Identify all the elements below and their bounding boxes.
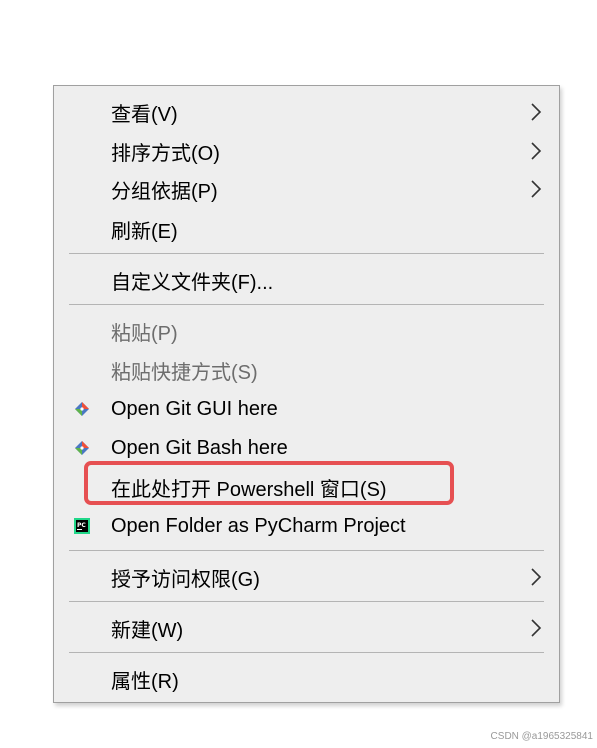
- git-icon: [75, 402, 89, 416]
- menu-separator: [69, 652, 544, 653]
- menu-item-sort-by-label: 排序方式(O): [111, 142, 220, 165]
- menu-item-view-label: 查看(V): [111, 103, 178, 126]
- menu-item-group-by-label: 分组依据(P): [111, 180, 218, 203]
- menu-item-new-label: 新建(W): [111, 619, 184, 642]
- menu-item-open-pycharm[interactable]: PC Open Folder as PyCharm Project: [54, 507, 559, 545]
- menu-item-properties-label: 属性(R): [111, 670, 179, 693]
- menu-item-sort-by[interactable]: 排序方式(O): [54, 132, 559, 170]
- menu-item-grant-access[interactable]: 授予访问权限(G): [54, 558, 559, 596]
- context-menu: 查看(V) 排序方式(O) 分组依据(P) 刷新(E) 自定义文件夹(F)...…: [53, 85, 560, 703]
- menu-item-paste-shortcut-label: 粘贴快捷方式(S): [111, 361, 258, 384]
- menu-item-properties[interactable]: 属性(R): [54, 660, 559, 698]
- menu-item-customize-folder-label: 自定义文件夹(F)...: [111, 271, 274, 294]
- git-icon: [75, 441, 89, 455]
- menu-item-open-git-gui[interactable]: Open Git GUI here: [54, 390, 559, 428]
- chevron-right-icon: [531, 568, 542, 586]
- menu-item-paste: 粘贴(P): [54, 312, 559, 350]
- watermark: CSDN @a1965325841: [490, 731, 593, 742]
- menu-item-open-pycharm-label: Open Folder as PyCharm Project: [111, 514, 406, 537]
- menu-item-paste-label: 粘贴(P): [111, 322, 178, 345]
- menu-item-open-git-bash-label: Open Git Bash here: [111, 436, 288, 459]
- menu-item-new[interactable]: 新建(W): [54, 609, 559, 647]
- svg-text:PC: PC: [77, 522, 86, 529]
- menu-item-group-by[interactable]: 分组依据(P): [54, 170, 559, 208]
- chevron-right-icon: [531, 142, 542, 160]
- menu-separator: [69, 253, 544, 254]
- highlight-annotation-box: [84, 461, 454, 505]
- chevron-right-icon: [531, 103, 542, 121]
- menu-item-grant-access-label: 授予访问权限(G): [111, 568, 260, 591]
- menu-item-paste-shortcut: 粘贴快捷方式(S): [54, 351, 559, 389]
- menu-item-refresh-label: 刷新(E): [111, 220, 178, 243]
- menu-separator: [69, 550, 544, 551]
- menu-item-view[interactable]: 查看(V): [54, 93, 559, 131]
- menu-separator: [69, 304, 544, 305]
- menu-item-customize-folder[interactable]: 自定义文件夹(F)...: [54, 261, 559, 299]
- chevron-right-icon: [531, 180, 542, 198]
- chevron-right-icon: [531, 619, 542, 637]
- menu-separator: [69, 601, 544, 602]
- menu-item-open-git-gui-label: Open Git GUI here: [111, 397, 278, 420]
- menu-item-refresh[interactable]: 刷新(E): [54, 210, 559, 248]
- pycharm-icon: PC: [74, 518, 90, 534]
